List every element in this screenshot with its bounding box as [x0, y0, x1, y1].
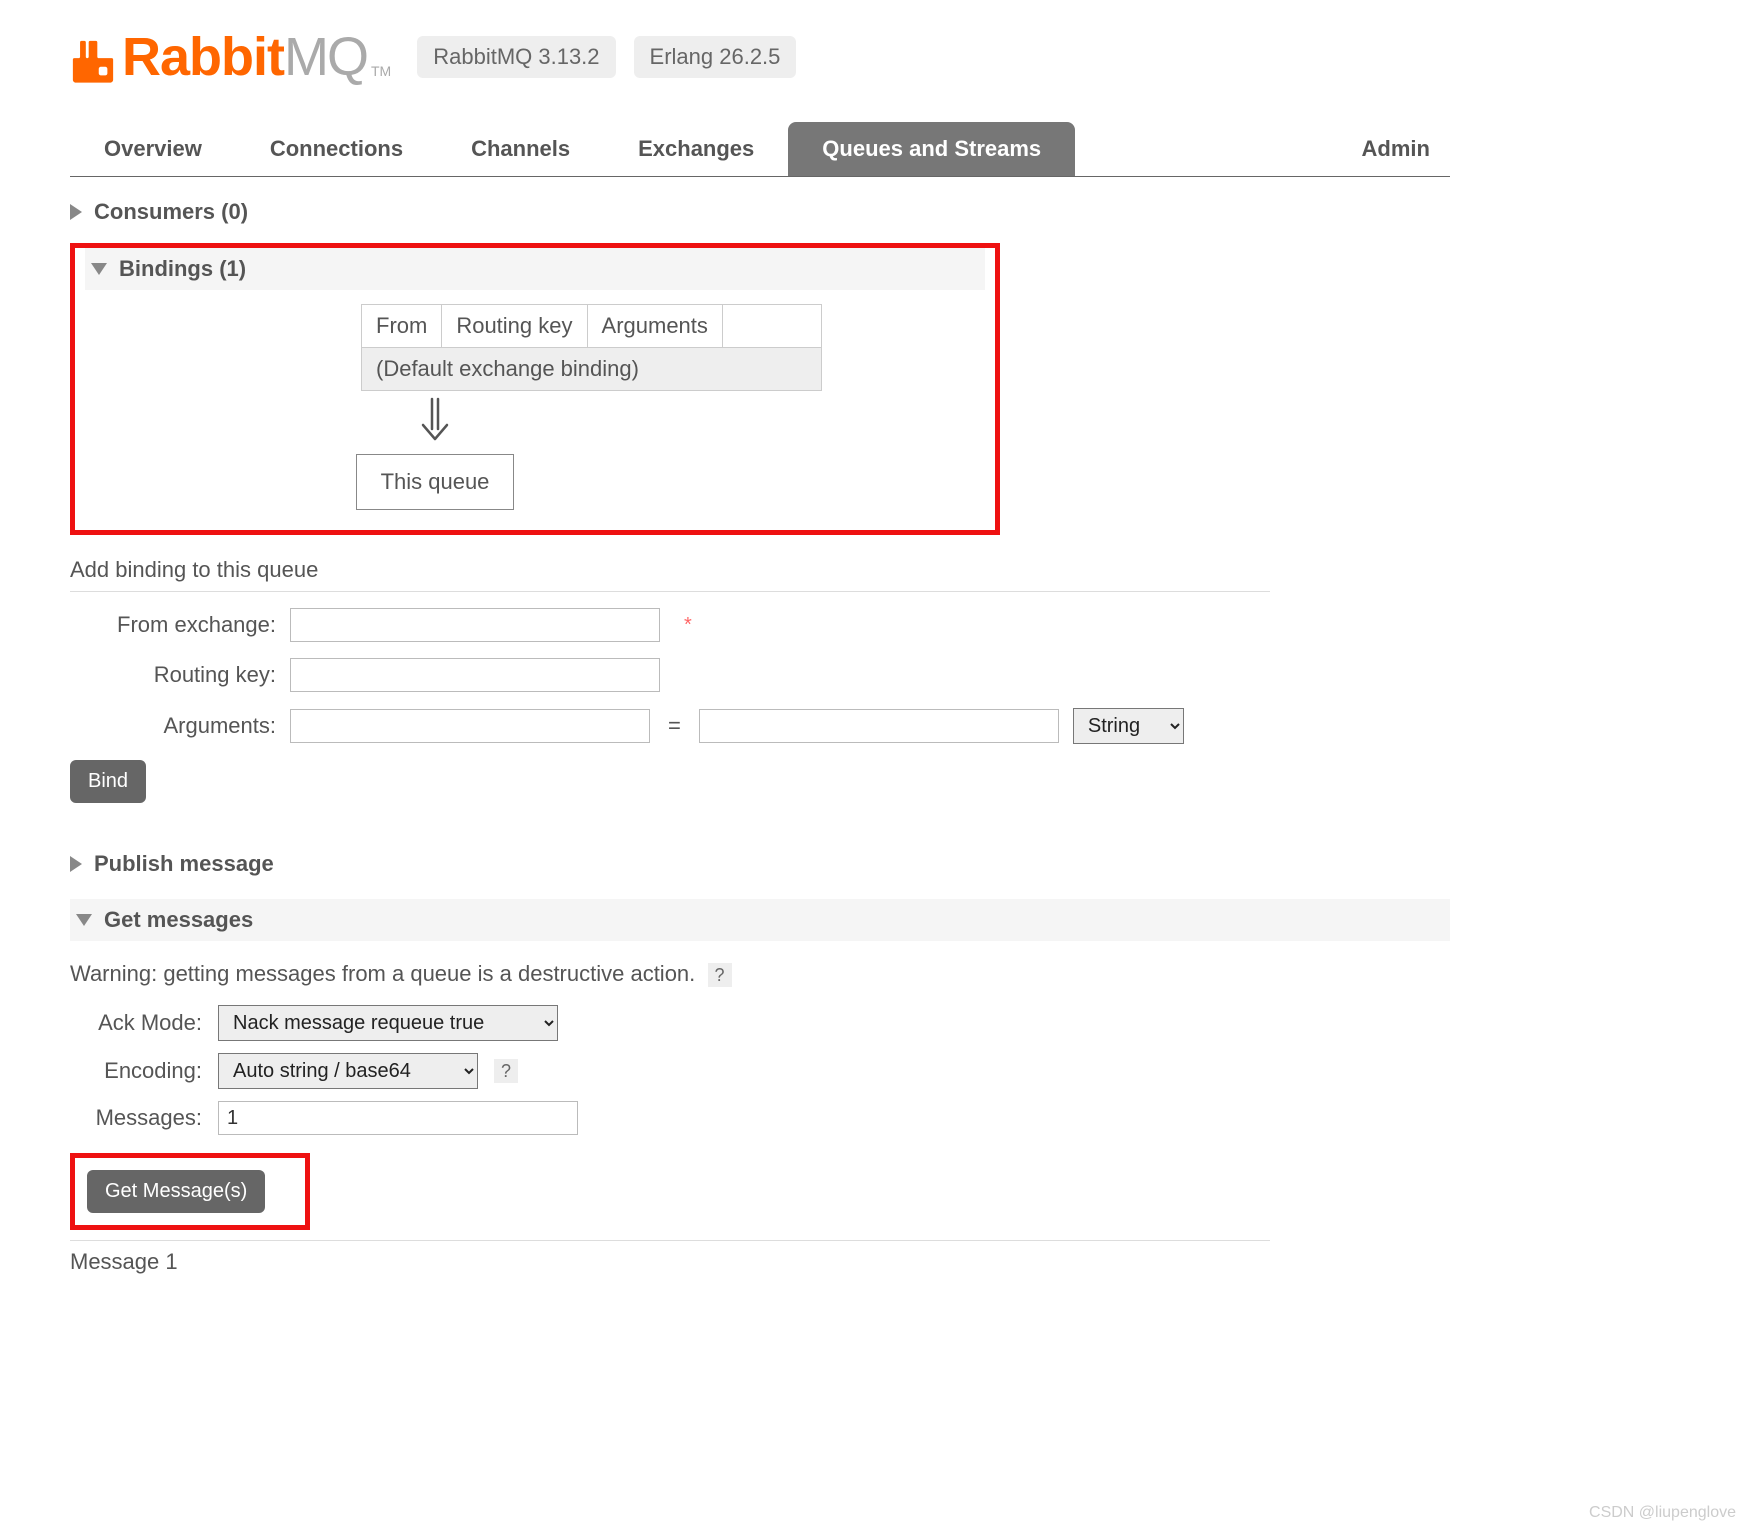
watermark: CSDN @liupenglove	[1589, 1504, 1736, 1522]
rabbitmq-icon	[70, 38, 116, 84]
bindings-th-blank	[722, 305, 821, 348]
help-icon[interactable]: ?	[708, 963, 732, 987]
tab-exchanges[interactable]: Exchanges	[604, 122, 788, 176]
from-exchange-input[interactable]	[290, 608, 660, 642]
triangle-down-icon	[91, 263, 107, 275]
consumers-title: Consumers (0)	[94, 199, 248, 225]
bindings-title: Bindings (1)	[119, 256, 246, 282]
tab-overview[interactable]: Overview	[70, 122, 236, 176]
publish-title: Publish message	[94, 851, 274, 877]
brand-rabbit: Rabbit	[122, 30, 284, 84]
brand-tm: TM	[371, 64, 391, 78]
tab-connections[interactable]: Connections	[236, 122, 437, 176]
routing-key-input[interactable]	[290, 658, 660, 692]
argument-key-input[interactable]	[290, 709, 650, 743]
arrow-down-icon	[85, 397, 785, 448]
encoding-select[interactable]: Auto string / base64	[218, 1053, 478, 1089]
get-messages-warning: Warning: getting messages from a queue i…	[70, 961, 695, 986]
message-result-header: Message 1	[70, 1240, 1270, 1275]
ack-mode-label: Ack Mode:	[70, 1010, 202, 1036]
this-queue-box: This queue	[356, 454, 515, 510]
brand-mq: MQ	[284, 30, 367, 84]
messages-label: Messages:	[70, 1105, 202, 1131]
tab-channels[interactable]: Channels	[437, 122, 604, 176]
bindings-th-from: From	[362, 305, 442, 348]
main-tabs: Overview Connections Channels Exchanges …	[70, 122, 1450, 177]
from-exchange-label: From exchange:	[70, 612, 276, 638]
bindings-th-routing-key: Routing key	[442, 305, 587, 348]
triangle-right-icon	[70, 204, 82, 220]
get-messages-button[interactable]: Get Message(s)	[87, 1170, 265, 1213]
tab-admin[interactable]: Admin	[1342, 122, 1450, 176]
section-bindings[interactable]: Bindings (1)	[85, 248, 985, 290]
help-icon[interactable]: ?	[494, 1059, 518, 1083]
ack-mode-select[interactable]: Nack message requeue true	[218, 1005, 558, 1041]
argument-value-input[interactable]	[699, 709, 1059, 743]
bindings-th-arguments: Arguments	[587, 305, 722, 348]
erlang-badge: Erlang 26.2.5	[634, 36, 797, 78]
equals-sign: =	[664, 713, 685, 739]
get-messages-title: Get messages	[104, 907, 253, 933]
section-get-messages[interactable]: Get messages	[70, 899, 1450, 941]
section-consumers[interactable]: Consumers (0)	[70, 191, 1450, 233]
section-publish[interactable]: Publish message	[70, 843, 1450, 885]
version-badge: RabbitMQ 3.13.2	[417, 36, 615, 78]
tab-queues[interactable]: Queues and Streams	[788, 122, 1075, 176]
arguments-label: Arguments:	[70, 713, 276, 739]
triangle-right-icon	[70, 856, 82, 872]
messages-input[interactable]	[218, 1101, 578, 1135]
add-binding-title: Add binding to this queue	[70, 557, 1270, 592]
bindings-table: From Routing key Arguments (Default exch…	[361, 304, 822, 391]
default-binding-row: (Default exchange binding)	[362, 348, 822, 391]
routing-key-label: Routing key:	[70, 662, 276, 688]
encoding-label: Encoding:	[70, 1058, 202, 1084]
triangle-down-icon	[76, 914, 92, 926]
rabbitmq-logo: RabbitMQ TM	[70, 30, 387, 84]
argument-type-select[interactable]: String	[1073, 708, 1184, 744]
required-star: *	[684, 614, 692, 637]
bind-button[interactable]: Bind	[70, 760, 146, 803]
